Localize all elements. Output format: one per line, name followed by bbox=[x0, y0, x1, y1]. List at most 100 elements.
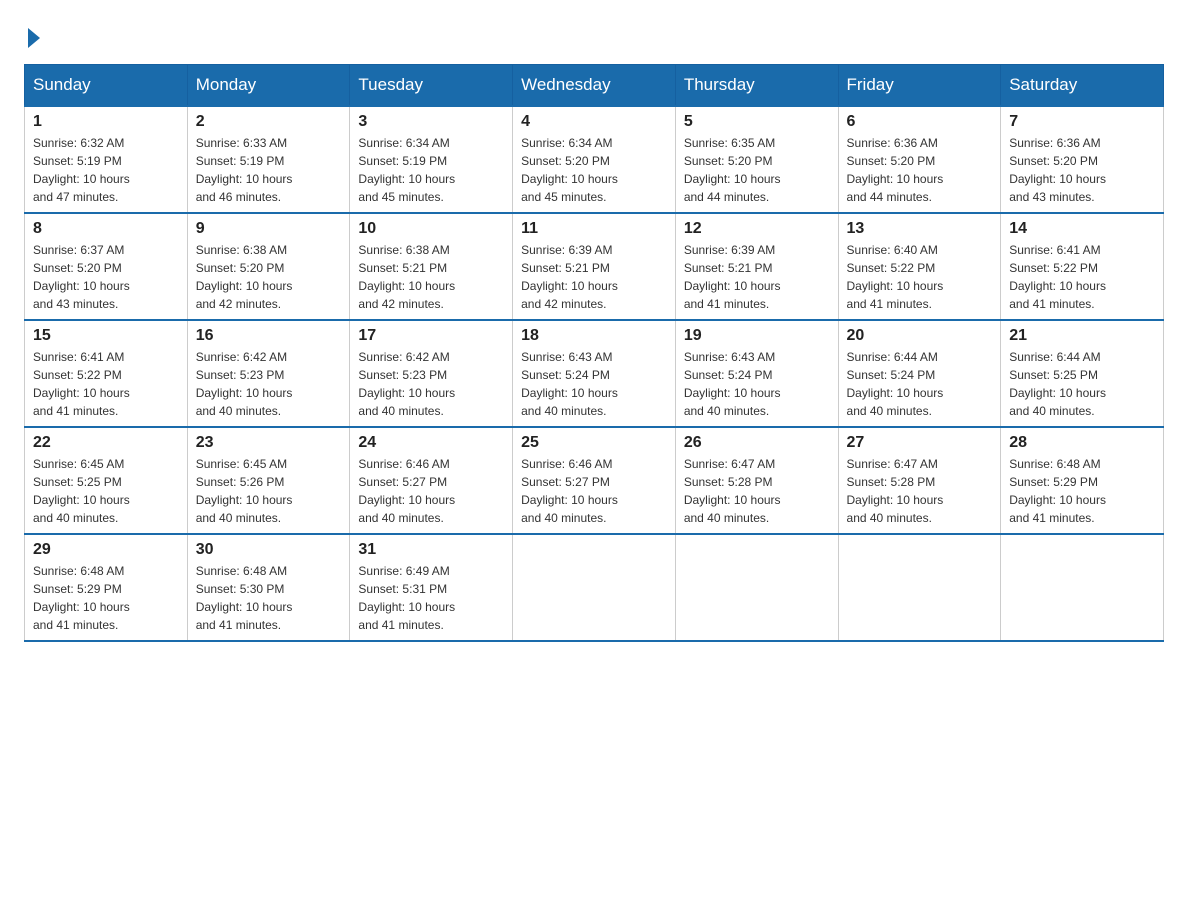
day-number: 28 bbox=[1009, 434, 1155, 452]
day-info: Sunrise: 6:43 AM Sunset: 5:24 PM Dayligh… bbox=[684, 348, 830, 420]
day-info: Sunrise: 6:40 AM Sunset: 5:22 PM Dayligh… bbox=[847, 241, 993, 313]
day-header-tuesday: Tuesday bbox=[350, 65, 513, 107]
calendar-cell: 26 Sunrise: 6:47 AM Sunset: 5:28 PM Dayl… bbox=[675, 427, 838, 534]
calendar-cell: 9 Sunrise: 6:38 AM Sunset: 5:20 PM Dayli… bbox=[187, 213, 350, 320]
calendar-header-row: SundayMondayTuesdayWednesdayThursdayFrid… bbox=[25, 65, 1164, 107]
calendar-cell: 23 Sunrise: 6:45 AM Sunset: 5:26 PM Dayl… bbox=[187, 427, 350, 534]
day-number: 17 bbox=[358, 327, 504, 345]
day-number: 19 bbox=[684, 327, 830, 345]
day-info: Sunrise: 6:41 AM Sunset: 5:22 PM Dayligh… bbox=[1009, 241, 1155, 313]
calendar-cell: 19 Sunrise: 6:43 AM Sunset: 5:24 PM Dayl… bbox=[675, 320, 838, 427]
calendar-cell: 17 Sunrise: 6:42 AM Sunset: 5:23 PM Dayl… bbox=[350, 320, 513, 427]
calendar-week-row: 8 Sunrise: 6:37 AM Sunset: 5:20 PM Dayli… bbox=[25, 213, 1164, 320]
day-info: Sunrise: 6:38 AM Sunset: 5:21 PM Dayligh… bbox=[358, 241, 504, 313]
day-info: Sunrise: 6:48 AM Sunset: 5:30 PM Dayligh… bbox=[196, 562, 342, 634]
calendar-table: SundayMondayTuesdayWednesdayThursdayFrid… bbox=[24, 64, 1164, 642]
calendar-cell: 8 Sunrise: 6:37 AM Sunset: 5:20 PM Dayli… bbox=[25, 213, 188, 320]
calendar-cell: 16 Sunrise: 6:42 AM Sunset: 5:23 PM Dayl… bbox=[187, 320, 350, 427]
day-number: 2 bbox=[196, 113, 342, 131]
calendar-week-row: 22 Sunrise: 6:45 AM Sunset: 5:25 PM Dayl… bbox=[25, 427, 1164, 534]
day-header-monday: Monday bbox=[187, 65, 350, 107]
day-number: 25 bbox=[521, 434, 667, 452]
calendar-cell: 20 Sunrise: 6:44 AM Sunset: 5:24 PM Dayl… bbox=[838, 320, 1001, 427]
calendar-cell: 10 Sunrise: 6:38 AM Sunset: 5:21 PM Dayl… bbox=[350, 213, 513, 320]
day-number: 11 bbox=[521, 220, 667, 238]
day-number: 1 bbox=[33, 113, 179, 131]
day-info: Sunrise: 6:35 AM Sunset: 5:20 PM Dayligh… bbox=[684, 134, 830, 206]
day-info: Sunrise: 6:36 AM Sunset: 5:20 PM Dayligh… bbox=[1009, 134, 1155, 206]
calendar-cell: 30 Sunrise: 6:48 AM Sunset: 5:30 PM Dayl… bbox=[187, 534, 350, 641]
day-info: Sunrise: 6:41 AM Sunset: 5:22 PM Dayligh… bbox=[33, 348, 179, 420]
calendar-week-row: 15 Sunrise: 6:41 AM Sunset: 5:22 PM Dayl… bbox=[25, 320, 1164, 427]
calendar-cell bbox=[675, 534, 838, 641]
day-number: 20 bbox=[847, 327, 993, 345]
day-info: Sunrise: 6:45 AM Sunset: 5:25 PM Dayligh… bbox=[33, 455, 179, 527]
day-number: 15 bbox=[33, 327, 179, 345]
day-info: Sunrise: 6:44 AM Sunset: 5:24 PM Dayligh… bbox=[847, 348, 993, 420]
day-number: 27 bbox=[847, 434, 993, 452]
day-number: 22 bbox=[33, 434, 179, 452]
calendar-week-row: 1 Sunrise: 6:32 AM Sunset: 5:19 PM Dayli… bbox=[25, 106, 1164, 213]
calendar-cell: 11 Sunrise: 6:39 AM Sunset: 5:21 PM Dayl… bbox=[513, 213, 676, 320]
day-info: Sunrise: 6:49 AM Sunset: 5:31 PM Dayligh… bbox=[358, 562, 504, 634]
day-info: Sunrise: 6:36 AM Sunset: 5:20 PM Dayligh… bbox=[847, 134, 993, 206]
day-info: Sunrise: 6:37 AM Sunset: 5:20 PM Dayligh… bbox=[33, 241, 179, 313]
calendar-cell: 21 Sunrise: 6:44 AM Sunset: 5:25 PM Dayl… bbox=[1001, 320, 1164, 427]
day-header-thursday: Thursday bbox=[675, 65, 838, 107]
calendar-cell: 22 Sunrise: 6:45 AM Sunset: 5:25 PM Dayl… bbox=[25, 427, 188, 534]
calendar-cell: 3 Sunrise: 6:34 AM Sunset: 5:19 PM Dayli… bbox=[350, 106, 513, 213]
day-number: 24 bbox=[358, 434, 504, 452]
day-number: 7 bbox=[1009, 113, 1155, 131]
calendar-cell: 1 Sunrise: 6:32 AM Sunset: 5:19 PM Dayli… bbox=[25, 106, 188, 213]
calendar-cell: 28 Sunrise: 6:48 AM Sunset: 5:29 PM Dayl… bbox=[1001, 427, 1164, 534]
day-info: Sunrise: 6:42 AM Sunset: 5:23 PM Dayligh… bbox=[358, 348, 504, 420]
day-header-friday: Friday bbox=[838, 65, 1001, 107]
day-number: 3 bbox=[358, 113, 504, 131]
day-info: Sunrise: 6:45 AM Sunset: 5:26 PM Dayligh… bbox=[196, 455, 342, 527]
day-header-sunday: Sunday bbox=[25, 65, 188, 107]
day-number: 12 bbox=[684, 220, 830, 238]
calendar-cell: 13 Sunrise: 6:40 AM Sunset: 5:22 PM Dayl… bbox=[838, 213, 1001, 320]
day-number: 5 bbox=[684, 113, 830, 131]
page-header bbox=[24, 24, 1164, 48]
day-info: Sunrise: 6:34 AM Sunset: 5:20 PM Dayligh… bbox=[521, 134, 667, 206]
day-info: Sunrise: 6:44 AM Sunset: 5:25 PM Dayligh… bbox=[1009, 348, 1155, 420]
day-info: Sunrise: 6:38 AM Sunset: 5:20 PM Dayligh… bbox=[196, 241, 342, 313]
day-info: Sunrise: 6:46 AM Sunset: 5:27 PM Dayligh… bbox=[521, 455, 667, 527]
day-number: 30 bbox=[196, 541, 342, 559]
day-info: Sunrise: 6:46 AM Sunset: 5:27 PM Dayligh… bbox=[358, 455, 504, 527]
day-number: 13 bbox=[847, 220, 993, 238]
calendar-cell: 2 Sunrise: 6:33 AM Sunset: 5:19 PM Dayli… bbox=[187, 106, 350, 213]
day-number: 26 bbox=[684, 434, 830, 452]
calendar-cell: 27 Sunrise: 6:47 AM Sunset: 5:28 PM Dayl… bbox=[838, 427, 1001, 534]
day-info: Sunrise: 6:48 AM Sunset: 5:29 PM Dayligh… bbox=[1009, 455, 1155, 527]
day-info: Sunrise: 6:48 AM Sunset: 5:29 PM Dayligh… bbox=[33, 562, 179, 634]
calendar-cell: 6 Sunrise: 6:36 AM Sunset: 5:20 PM Dayli… bbox=[838, 106, 1001, 213]
day-number: 18 bbox=[521, 327, 667, 345]
day-number: 29 bbox=[33, 541, 179, 559]
calendar-cell: 18 Sunrise: 6:43 AM Sunset: 5:24 PM Dayl… bbox=[513, 320, 676, 427]
calendar-cell: 5 Sunrise: 6:35 AM Sunset: 5:20 PM Dayli… bbox=[675, 106, 838, 213]
calendar-cell: 15 Sunrise: 6:41 AM Sunset: 5:22 PM Dayl… bbox=[25, 320, 188, 427]
calendar-cell: 31 Sunrise: 6:49 AM Sunset: 5:31 PM Dayl… bbox=[350, 534, 513, 641]
day-info: Sunrise: 6:47 AM Sunset: 5:28 PM Dayligh… bbox=[847, 455, 993, 527]
calendar-cell: 24 Sunrise: 6:46 AM Sunset: 5:27 PM Dayl… bbox=[350, 427, 513, 534]
calendar-cell: 29 Sunrise: 6:48 AM Sunset: 5:29 PM Dayl… bbox=[25, 534, 188, 641]
calendar-cell: 4 Sunrise: 6:34 AM Sunset: 5:20 PM Dayli… bbox=[513, 106, 676, 213]
day-number: 10 bbox=[358, 220, 504, 238]
day-info: Sunrise: 6:42 AM Sunset: 5:23 PM Dayligh… bbox=[196, 348, 342, 420]
calendar-cell: 7 Sunrise: 6:36 AM Sunset: 5:20 PM Dayli… bbox=[1001, 106, 1164, 213]
day-number: 8 bbox=[33, 220, 179, 238]
calendar-cell bbox=[838, 534, 1001, 641]
calendar-week-row: 29 Sunrise: 6:48 AM Sunset: 5:29 PM Dayl… bbox=[25, 534, 1164, 641]
day-number: 9 bbox=[196, 220, 342, 238]
day-number: 14 bbox=[1009, 220, 1155, 238]
day-number: 16 bbox=[196, 327, 342, 345]
day-header-wednesday: Wednesday bbox=[513, 65, 676, 107]
day-info: Sunrise: 6:43 AM Sunset: 5:24 PM Dayligh… bbox=[521, 348, 667, 420]
calendar-cell: 25 Sunrise: 6:46 AM Sunset: 5:27 PM Dayl… bbox=[513, 427, 676, 534]
day-number: 4 bbox=[521, 113, 667, 131]
logo-arrow-icon bbox=[28, 28, 40, 48]
day-info: Sunrise: 6:34 AM Sunset: 5:19 PM Dayligh… bbox=[358, 134, 504, 206]
day-info: Sunrise: 6:32 AM Sunset: 5:19 PM Dayligh… bbox=[33, 134, 179, 206]
